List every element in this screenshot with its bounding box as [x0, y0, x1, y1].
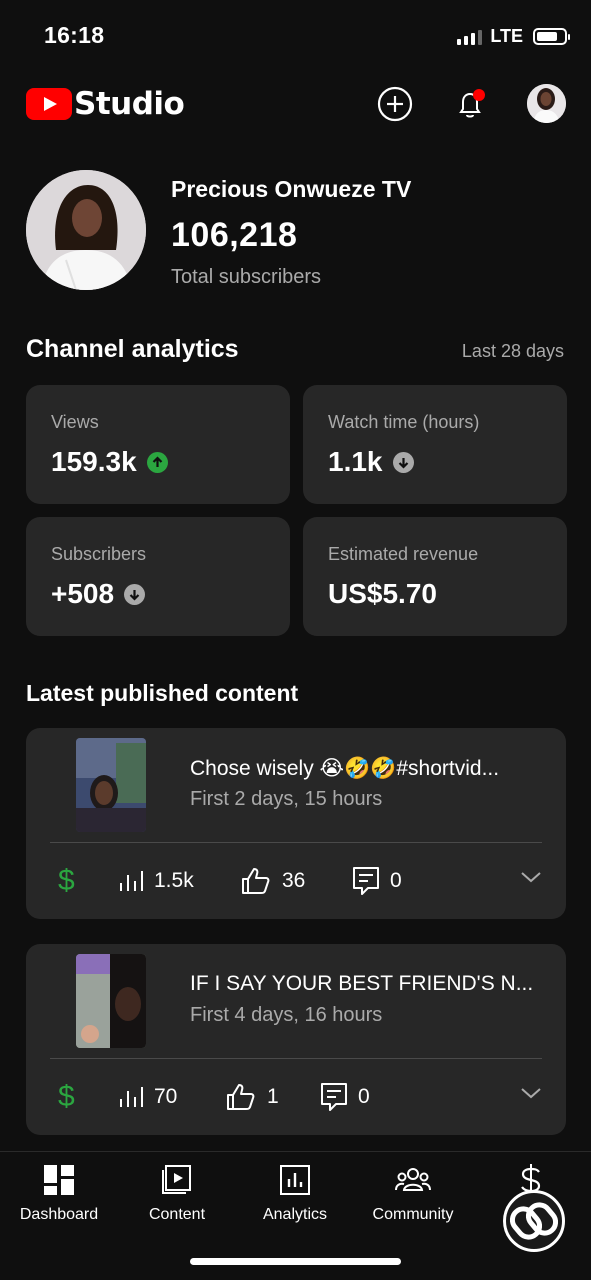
app-header: Studio — [0, 78, 591, 132]
views-card[interactable]: Views 159.3k — [26, 385, 290, 504]
brand-name: Studio — [74, 86, 185, 122]
analytics-icon — [280, 1165, 310, 1195]
video-period: First 4 days, 16 hours — [190, 1004, 383, 1026]
nav-content[interactable]: Content — [118, 1162, 236, 1224]
nav-label: Community — [372, 1206, 454, 1223]
nav-dashboard[interactable]: Dashboard — [0, 1162, 118, 1224]
divider — [50, 842, 542, 843]
revenue-card[interactable]: Estimated revenue US$5.70 — [303, 517, 567, 636]
video-thumbnail[interactable] — [76, 738, 146, 832]
nav-analytics[interactable]: Analytics — [236, 1162, 354, 1224]
metric-label: Subscribers — [51, 544, 147, 564]
watch-time-card[interactable]: Watch time (hours) 1.1k — [303, 385, 567, 504]
channel-avatar[interactable] — [26, 170, 146, 290]
views-metric: 1.5k — [118, 862, 194, 900]
channel-analytics-title: Channel analytics — [26, 335, 239, 363]
thumbs-up-icon — [242, 868, 270, 894]
comments-count: 0 — [358, 1085, 370, 1108]
views-count: 70 — [154, 1085, 178, 1108]
video-metrics: $ 70 1 0 — [26, 1078, 566, 1116]
monetization-icon: $ — [58, 1080, 75, 1113]
trend-down-icon — [124, 583, 146, 605]
likes-count: 36 — [282, 869, 306, 892]
expand-button[interactable] — [520, 1086, 542, 1105]
community-icon — [395, 1168, 431, 1191]
comment-icon — [321, 1083, 347, 1111]
latest-content-title: Latest published content — [26, 680, 299, 706]
status-bar: 16:18 LTE — [0, 0, 591, 70]
thumbs-up-icon — [227, 1084, 255, 1110]
create-icon — [377, 86, 413, 122]
notifications-button[interactable] — [450, 84, 490, 124]
nav-community[interactable]: Community — [354, 1162, 472, 1224]
content-icon — [162, 1165, 191, 1194]
youtube-studio-logo[interactable]: Studio — [26, 86, 185, 122]
channel-name: Precious Onwueze TV — [171, 176, 412, 202]
video-title: IF I SAY YOUR BEST FRIEND'S N... — [190, 972, 534, 995]
nav-label: Content — [148, 1206, 206, 1223]
status-time: 16:18 — [44, 22, 105, 48]
monetization-icon: $ — [58, 864, 75, 897]
subscriber-count: 106,218 — [171, 216, 298, 254]
chevron-down-icon — [521, 872, 541, 883]
likes-count: 1 — [267, 1085, 279, 1108]
avatar-image — [527, 84, 566, 123]
dashboard-icon — [44, 1165, 74, 1195]
comments-count: 0 — [390, 869, 402, 892]
trend-down-icon — [392, 451, 414, 473]
views-icon — [120, 871, 143, 891]
metric-value: US$5.70 — [328, 578, 437, 609]
signal-icon — [457, 29, 483, 45]
video-metrics: $ 1.5k 36 0 — [26, 862, 566, 900]
subscribers-card[interactable]: Subscribers +508 — [26, 517, 290, 636]
notifications-icon — [459, 89, 485, 118]
comments-metric: 0 — [352, 862, 402, 900]
content-item[interactable]: Chose wisely 😭🤣🤣#shortvid... First 2 day… — [26, 728, 566, 919]
channel-info: Precious Onwueze TV 106,218 Total subscr… — [26, 170, 566, 300]
metric-value: 1.1k — [328, 446, 383, 477]
views-icon — [120, 1087, 143, 1107]
views-metric: 70 — [118, 1078, 177, 1116]
views-count: 1.5k — [154, 869, 194, 892]
metric-value: 159.3k — [51, 446, 137, 477]
metric-value: +508 — [51, 578, 115, 609]
video-thumbnail[interactable] — [76, 954, 146, 1048]
network-label: LTE — [490, 26, 523, 46]
content-item[interactable]: IF I SAY YOUR BEST FRIEND'S N... First 4… — [26, 944, 566, 1135]
metric-label: Estimated revenue — [328, 544, 479, 564]
nav-label: Dashboard — [19, 1206, 99, 1223]
subscriber-count-label: Total subscribers — [171, 266, 322, 288]
analytics-period: Last 28 days — [461, 341, 564, 361]
likes-metric: 36 — [240, 862, 305, 900]
floating-overlay-badge[interactable] — [503, 1190, 565, 1252]
status-indicators: LTE — [457, 26, 570, 47]
chevron-down-icon — [521, 1088, 541, 1099]
video-title: Chose wisely 😭🤣🤣#shortvid... — [190, 757, 500, 780]
battery-icon — [533, 28, 570, 45]
home-indicator[interactable] — [190, 1258, 401, 1265]
comment-icon — [353, 867, 379, 895]
metric-label: Watch time (hours) — [328, 412, 480, 432]
nav-label: Analytics — [262, 1206, 328, 1223]
comments-metric: 0 — [320, 1078, 370, 1116]
expand-button[interactable] — [520, 870, 542, 889]
likes-metric: 1 — [225, 1078, 279, 1116]
link-icon — [509, 1202, 559, 1240]
profile-avatar[interactable] — [527, 84, 566, 123]
video-period: First 2 days, 15 hours — [190, 788, 383, 810]
channel-avatar-image — [26, 170, 146, 290]
create-button[interactable] — [375, 84, 415, 124]
metric-label: Views — [51, 412, 99, 432]
youtube-play-icon — [26, 88, 72, 120]
divider — [50, 1058, 542, 1059]
trend-up-icon — [146, 451, 168, 473]
